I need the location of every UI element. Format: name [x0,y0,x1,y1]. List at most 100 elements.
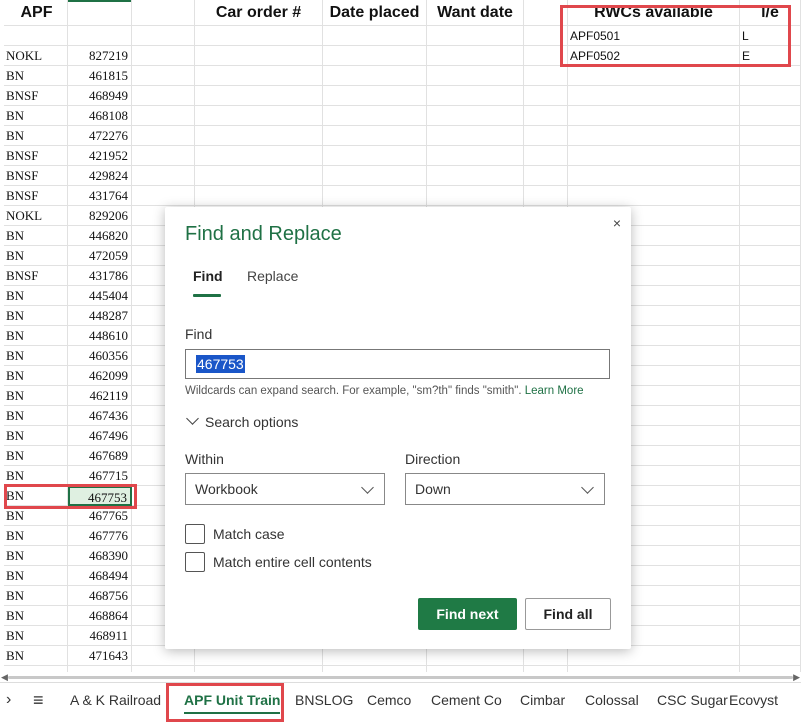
within-select[interactable]: Workbook [185,473,385,505]
cell-empty[interactable] [427,106,524,126]
cell-empty[interactable] [195,126,323,146]
railroad-cell[interactable]: BN [4,106,68,126]
sheet-tab[interactable]: Cimbar [520,683,565,719]
railroad-cell[interactable]: BN [4,226,68,246]
cell-empty[interactable] [524,66,568,86]
cell-empty[interactable] [568,86,740,106]
cell-empty[interactable] [740,646,801,666]
railroad-cell[interactable]: BNSF [4,266,68,286]
car-number-cell[interactable]: 467715 [68,466,132,486]
cell-empty[interactable] [524,146,568,166]
sheet-tab[interactable]: A & K Railroad [70,683,161,719]
cell-empty[interactable] [68,26,132,46]
railroad-cell[interactable]: NOKL [4,206,68,226]
sheet-menu-icon[interactable]: ≡ [33,683,44,719]
cell-empty[interactable] [740,186,801,206]
cell-empty[interactable] [740,246,801,266]
find-input[interactable]: 467753 [185,349,610,379]
railroad-cell[interactable]: BN [4,466,68,486]
cell-empty[interactable] [740,406,801,426]
car-number-cell[interactable]: 468911 [68,626,132,646]
cell-empty[interactable] [195,86,323,106]
header-e-empty[interactable] [132,0,195,26]
cell-empty[interactable] [740,366,801,386]
railroad-cell[interactable]: BN [4,426,68,446]
car-number-cell[interactable]: 461815 [68,66,132,86]
cell-empty[interactable] [740,566,801,586]
car-number-cell[interactable]: 472276 [68,126,132,146]
cell-empty[interactable] [195,46,323,66]
tab-replace[interactable]: Replace [247,268,298,284]
cell-empty[interactable] [132,66,195,86]
railroad-cell[interactable]: BN [4,286,68,306]
cell-empty[interactable] [568,166,740,186]
railroad-cell[interactable]: BN [4,586,68,606]
sheet-nav-chevron-icon[interactable]: › [6,683,11,719]
car-number-cell[interactable]: 467765 [68,506,132,526]
cell-empty[interactable] [568,186,740,206]
direction-select[interactable]: Down [405,473,605,505]
railroad-cell[interactable]: BNSF [4,186,68,206]
car-number-cell[interactable]: 468756 [68,586,132,606]
cell-empty[interactable] [568,646,740,666]
sheet-tab[interactable]: CSC Sugar [657,683,728,719]
cell-empty[interactable] [323,106,427,126]
car-number-cell[interactable]: 431764 [68,186,132,206]
cell-empty[interactable] [427,46,524,66]
header-b-empty[interactable] [68,0,132,26]
rwc-le-cell[interactable]: L [740,26,801,46]
cell-empty[interactable] [740,306,801,326]
cell-empty[interactable] [740,506,801,526]
cell-empty[interactable] [323,46,427,66]
cell-empty[interactable] [740,546,801,566]
cell-empty[interactable] [427,66,524,86]
cell-empty[interactable] [195,646,323,666]
cell-empty[interactable] [740,346,801,366]
car-number-cell[interactable]: 448610 [68,326,132,346]
cell-empty[interactable] [740,426,801,446]
cell-empty[interactable] [740,126,801,146]
railroad-cell[interactable]: BN [4,506,68,526]
cell-empty[interactable] [427,186,524,206]
sheet-tab[interactable]: Ecovyst [729,683,778,719]
cell-empty[interactable] [740,146,801,166]
railroad-cell[interactable]: BN [4,566,68,586]
car-number-cell[interactable]: 431786 [68,266,132,286]
cell-empty[interactable] [524,646,568,666]
cell-empty[interactable] [323,146,427,166]
match-entire-label[interactable]: Match entire cell contents [213,554,372,570]
cell-empty[interactable] [427,26,524,46]
match-case-label[interactable]: Match case [213,526,285,542]
sheet-tab[interactable]: Colossal [585,683,639,719]
cell-empty[interactable] [524,46,568,66]
cell-empty[interactable] [323,126,427,146]
railroad-cell[interactable]: NOKL [4,46,68,66]
railroad-cell[interactable]: BN [4,406,68,426]
cell-empty[interactable] [132,186,195,206]
cell-empty[interactable] [740,386,801,406]
railroad-cell[interactable]: BN [4,526,68,546]
learn-more-link[interactable]: Learn More [525,385,584,397]
cell-empty[interactable] [132,646,195,666]
header-want-date[interactable]: Want date [427,0,524,26]
cell-empty[interactable] [524,106,568,126]
cell-empty[interactable] [132,46,195,66]
car-number-cell[interactable]: 468390 [68,546,132,566]
car-number-cell[interactable]: 421952 [68,146,132,166]
cell-empty[interactable] [132,126,195,146]
cell-empty[interactable] [323,646,427,666]
railroad-cell[interactable]: BN [4,606,68,626]
railroad-cell[interactable]: BNSF [4,146,68,166]
header-date-placed[interactable]: Date placed [323,0,427,26]
railroad-cell[interactable]: BN [4,626,68,646]
cell-empty[interactable] [740,326,801,346]
scrollbar-thumb[interactable] [8,676,793,679]
railroad-cell[interactable]: BN [4,386,68,406]
cell-empty[interactable] [740,86,801,106]
tab-find[interactable]: Find [193,268,223,284]
railroad-cell[interactable]: BN [4,246,68,266]
cell-empty[interactable] [740,206,801,226]
sheet-tab[interactable]: Cemco [367,683,411,719]
cell-empty[interactable] [568,126,740,146]
cell-empty[interactable] [323,186,427,206]
